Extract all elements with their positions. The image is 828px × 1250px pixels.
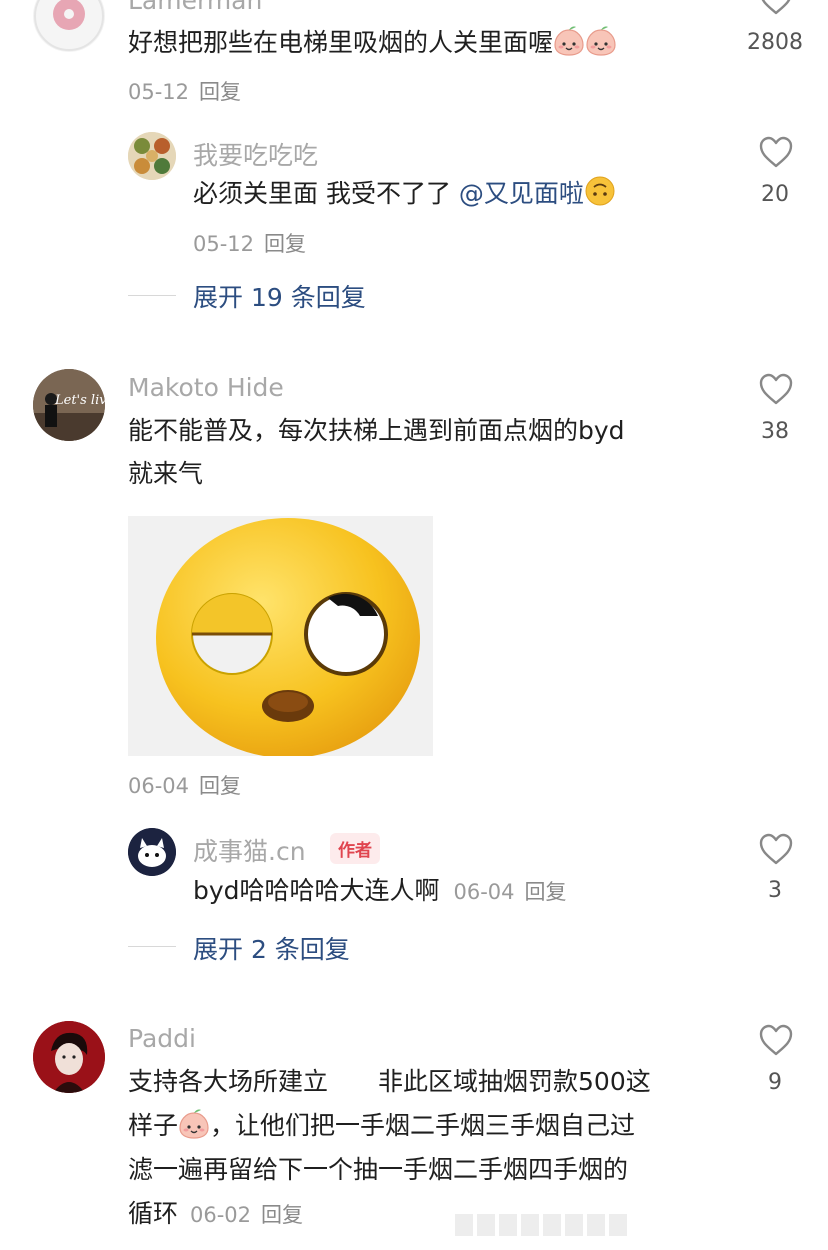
comment-text-segment: ，让他们把一手烟二手烟三手烟自己过 xyxy=(210,1111,636,1140)
username[interactable]: Paddi xyxy=(128,1024,196,1053)
like-count: 20 xyxy=(761,182,789,207)
avatar-paddi[interactable] xyxy=(33,1021,105,1093)
rolling-eyes-face-sticker xyxy=(128,516,433,758)
comment-meta: 05-12 回复 xyxy=(128,76,241,106)
comment-date: 06-04 xyxy=(128,774,190,798)
avatar-text: Let's live xyxy=(55,393,105,408)
avatar-food[interactable] xyxy=(128,132,176,180)
reply-text-body: 必须关里面 我受不了了 xyxy=(193,179,451,208)
smiling-peach-emoji xyxy=(585,26,617,70)
reply-date: 05-12 xyxy=(193,232,255,256)
heart-outline-icon[interactable] xyxy=(758,135,794,169)
reply-text: byd哈哈哈哈大连人啊 06-04 回复 xyxy=(193,869,567,914)
reply-button[interactable]: 回复 xyxy=(199,80,241,104)
reply-date: 06-04 xyxy=(453,880,515,904)
avatar-cat-sketch[interactable] xyxy=(128,828,176,876)
heart-outline-icon[interactable] xyxy=(758,1023,794,1057)
reply-button[interactable]: 回复 xyxy=(199,774,241,798)
like-count: 3 xyxy=(768,878,782,903)
comment-date: 05-12 xyxy=(128,80,190,104)
heart-outline-icon[interactable] xyxy=(758,0,794,16)
username[interactable]: Makoto Hide xyxy=(128,373,284,402)
expand-replies-button[interactable]: 展开 2 条回复 xyxy=(193,930,350,966)
like-count: 2808 xyxy=(747,30,803,55)
truncated-text-placeholder xyxy=(455,1214,627,1236)
comment-text-body: 好想把那些在电梯里吸烟的人关里面喔 xyxy=(128,28,554,57)
comment-text-line-2: 样子 ，让他们把一手烟二手烟三手烟自己过 xyxy=(128,1104,635,1153)
heart-outline-icon[interactable] xyxy=(758,372,794,406)
like-count: 9 xyxy=(768,1070,782,1095)
expand-divider xyxy=(128,946,176,947)
avatar-lets-live[interactable]: Let's live xyxy=(33,369,105,441)
comment-text: 好想把那些在电梯里吸烟的人关里面喔 xyxy=(128,21,617,70)
reply-text: 必须关里面 我受不了了 @又见面啦 xyxy=(193,172,616,221)
username[interactable]: Lamerman xyxy=(128,0,262,15)
reply-button[interactable]: 回复 xyxy=(261,1203,303,1227)
reply-button[interactable]: 回复 xyxy=(264,232,306,256)
reply-button[interactable]: 回复 xyxy=(525,880,567,904)
smiling-peach-emoji xyxy=(178,1109,210,1153)
comment-date: 06-02 xyxy=(189,1203,251,1227)
comment-text-segment: 样子 xyxy=(128,1111,179,1140)
comment-text-line-1: 能不能普及，每次扶梯上遇到前面点烟的byd xyxy=(128,416,625,445)
avatar-donut[interactable] xyxy=(33,0,105,52)
upside-down-face-emoji xyxy=(584,175,616,221)
expand-replies-button[interactable]: 展开 19 条回复 xyxy=(193,278,366,314)
mention-link[interactable]: @又见面啦 xyxy=(459,179,584,208)
expand-divider xyxy=(128,295,176,296)
comment-text-segment: 循环 xyxy=(128,1199,179,1228)
smiling-peach-emoji xyxy=(553,26,585,70)
reply-meta: 05-12 回复 xyxy=(193,228,306,258)
like-count: 38 xyxy=(761,419,789,444)
author-badge: 作者 xyxy=(330,833,380,864)
reply-username[interactable]: 成事猫.cn xyxy=(193,832,306,868)
heart-outline-icon[interactable] xyxy=(758,832,794,866)
comment-text-line-1: 支持各大场所建立 非此区域抽烟罚款500这 xyxy=(128,1067,651,1096)
comment-text-line-3: 滤一遍再留给下一个抽一手烟二手烟四手烟的 xyxy=(128,1155,629,1184)
comment-meta: 06-04 回复 xyxy=(128,770,241,800)
comment-text-line-2: 就来气 xyxy=(128,459,204,488)
reply-username[interactable]: 我要吃吃吃 xyxy=(193,136,318,172)
comment-text-line-4: 循环 06-02 回复 xyxy=(128,1192,303,1237)
reply-text-body: byd哈哈哈哈大连人啊 xyxy=(193,876,440,905)
